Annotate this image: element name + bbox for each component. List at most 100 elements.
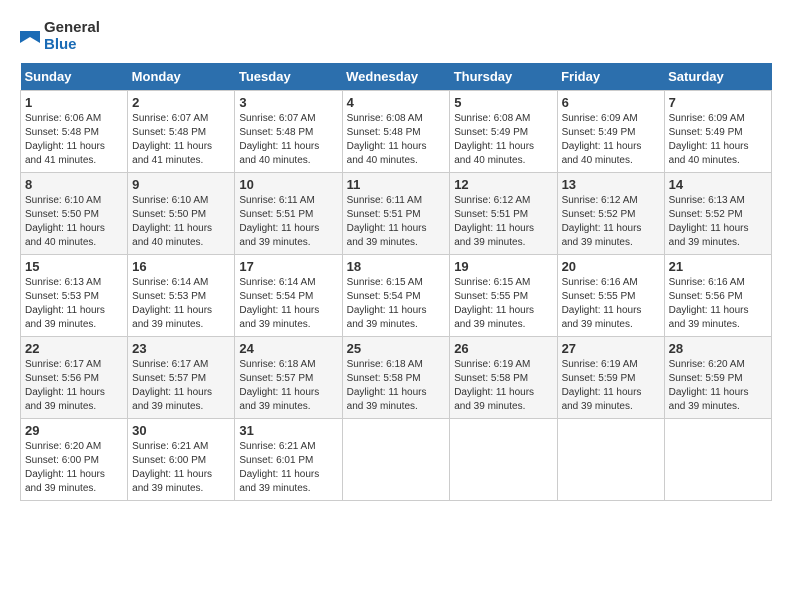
day-info: Sunrise: 6:20 AM Sunset: 5:59 PM Dayligh… — [669, 358, 767, 414]
calendar-cell: 21 Sunrise: 6:16 AM Sunset: 5:56 PM Dayl… — [664, 255, 771, 337]
calendar-cell: 19 Sunrise: 6:15 AM Sunset: 5:55 PM Dayl… — [450, 255, 557, 337]
calendar-cell: 28 Sunrise: 6:20 AM Sunset: 5:59 PM Dayl… — [664, 337, 771, 419]
calendar-week-row: 8 Sunrise: 6:10 AM Sunset: 5:50 PM Dayli… — [21, 173, 772, 255]
calendar-week-row: 29 Sunrise: 6:20 AM Sunset: 6:00 PM Dayl… — [21, 419, 772, 501]
day-info: Sunrise: 6:07 AM Sunset: 5:48 PM Dayligh… — [132, 112, 230, 168]
calendar-cell: 26 Sunrise: 6:19 AM Sunset: 5:58 PM Dayl… — [450, 337, 557, 419]
day-info: Sunrise: 6:07 AM Sunset: 5:48 PM Dayligh… — [239, 112, 337, 168]
day-info: Sunrise: 6:11 AM Sunset: 5:51 PM Dayligh… — [239, 194, 337, 250]
logo-text-general: General — [44, 20, 100, 37]
day-number: 10 — [239, 177, 337, 192]
logo-text: General Blue — [44, 20, 100, 53]
day-number: 19 — [454, 259, 552, 274]
calendar-cell — [664, 419, 771, 501]
calendar-week-row: 15 Sunrise: 6:13 AM Sunset: 5:53 PM Dayl… — [21, 255, 772, 337]
day-info: Sunrise: 6:17 AM Sunset: 5:56 PM Dayligh… — [25, 358, 123, 414]
calendar-cell: 15 Sunrise: 6:13 AM Sunset: 5:53 PM Dayl… — [21, 255, 128, 337]
calendar-cell: 1 Sunrise: 6:06 AM Sunset: 5:48 PM Dayli… — [21, 91, 128, 173]
day-info: Sunrise: 6:17 AM Sunset: 5:57 PM Dayligh… — [132, 358, 230, 414]
calendar-cell: 16 Sunrise: 6:14 AM Sunset: 5:53 PM Dayl… — [128, 255, 235, 337]
calendar-cell: 3 Sunrise: 6:07 AM Sunset: 5:48 PM Dayli… — [235, 91, 342, 173]
day-number: 6 — [562, 95, 660, 110]
logo-container: General Blue — [20, 20, 100, 53]
logo-bird-icon — [20, 21, 40, 53]
day-number: 20 — [562, 259, 660, 274]
day-info: Sunrise: 6:13 AM Sunset: 5:52 PM Dayligh… — [669, 194, 767, 250]
col-header-sunday: Sunday — [21, 63, 128, 91]
logo-text-blue: Blue — [44, 37, 100, 54]
day-number: 1 — [25, 95, 123, 110]
day-number: 18 — [347, 259, 446, 274]
day-number: 27 — [562, 341, 660, 356]
calendar-cell: 9 Sunrise: 6:10 AM Sunset: 5:50 PM Dayli… — [128, 173, 235, 255]
day-info: Sunrise: 6:08 AM Sunset: 5:48 PM Dayligh… — [347, 112, 446, 168]
calendar-cell: 29 Sunrise: 6:20 AM Sunset: 6:00 PM Dayl… — [21, 419, 128, 501]
day-number: 28 — [669, 341, 767, 356]
calendar-cell: 18 Sunrise: 6:15 AM Sunset: 5:54 PM Dayl… — [342, 255, 450, 337]
day-number: 30 — [132, 423, 230, 438]
col-header-tuesday: Tuesday — [235, 63, 342, 91]
calendar-cell: 24 Sunrise: 6:18 AM Sunset: 5:57 PM Dayl… — [235, 337, 342, 419]
day-number: 29 — [25, 423, 123, 438]
calendar-cell: 8 Sunrise: 6:10 AM Sunset: 5:50 PM Dayli… — [21, 173, 128, 255]
day-info: Sunrise: 6:18 AM Sunset: 5:58 PM Dayligh… — [347, 358, 446, 414]
calendar-cell: 23 Sunrise: 6:17 AM Sunset: 5:57 PM Dayl… — [128, 337, 235, 419]
calendar-cell: 30 Sunrise: 6:21 AM Sunset: 6:00 PM Dayl… — [128, 419, 235, 501]
calendar-cell: 12 Sunrise: 6:12 AM Sunset: 5:51 PM Dayl… — [450, 173, 557, 255]
col-header-wednesday: Wednesday — [342, 63, 450, 91]
calendar: SundayMondayTuesdayWednesdayThursdayFrid… — [20, 63, 772, 501]
day-number: 31 — [239, 423, 337, 438]
day-info: Sunrise: 6:16 AM Sunset: 5:56 PM Dayligh… — [669, 276, 767, 332]
day-info: Sunrise: 6:16 AM Sunset: 5:55 PM Dayligh… — [562, 276, 660, 332]
calendar-cell: 5 Sunrise: 6:08 AM Sunset: 5:49 PM Dayli… — [450, 91, 557, 173]
day-info: Sunrise: 6:21 AM Sunset: 6:00 PM Dayligh… — [132, 440, 230, 496]
day-info: Sunrise: 6:06 AM Sunset: 5:48 PM Dayligh… — [25, 112, 123, 168]
calendar-cell: 4 Sunrise: 6:08 AM Sunset: 5:48 PM Dayli… — [342, 91, 450, 173]
day-number: 26 — [454, 341, 552, 356]
calendar-cell: 31 Sunrise: 6:21 AM Sunset: 6:01 PM Dayl… — [235, 419, 342, 501]
day-number: 5 — [454, 95, 552, 110]
day-number: 15 — [25, 259, 123, 274]
calendar-cell — [450, 419, 557, 501]
calendar-cell: 11 Sunrise: 6:11 AM Sunset: 5:51 PM Dayl… — [342, 173, 450, 255]
day-number: 7 — [669, 95, 767, 110]
day-info: Sunrise: 6:14 AM Sunset: 5:53 PM Dayligh… — [132, 276, 230, 332]
day-number: 16 — [132, 259, 230, 274]
day-number: 25 — [347, 341, 446, 356]
day-info: Sunrise: 6:08 AM Sunset: 5:49 PM Dayligh… — [454, 112, 552, 168]
day-info: Sunrise: 6:15 AM Sunset: 5:55 PM Dayligh… — [454, 276, 552, 332]
col-header-monday: Monday — [128, 63, 235, 91]
day-info: Sunrise: 6:18 AM Sunset: 5:57 PM Dayligh… — [239, 358, 337, 414]
calendar-header-row: SundayMondayTuesdayWednesdayThursdayFrid… — [21, 63, 772, 91]
day-number: 13 — [562, 177, 660, 192]
day-info: Sunrise: 6:20 AM Sunset: 6:00 PM Dayligh… — [25, 440, 123, 496]
day-info: Sunrise: 6:19 AM Sunset: 5:59 PM Dayligh… — [562, 358, 660, 414]
day-number: 12 — [454, 177, 552, 192]
day-info: Sunrise: 6:10 AM Sunset: 5:50 PM Dayligh… — [132, 194, 230, 250]
day-number: 17 — [239, 259, 337, 274]
day-number: 9 — [132, 177, 230, 192]
day-number: 22 — [25, 341, 123, 356]
day-info: Sunrise: 6:09 AM Sunset: 5:49 PM Dayligh… — [669, 112, 767, 168]
day-number: 2 — [132, 95, 230, 110]
col-header-thursday: Thursday — [450, 63, 557, 91]
day-info: Sunrise: 6:14 AM Sunset: 5:54 PM Dayligh… — [239, 276, 337, 332]
day-info: Sunrise: 6:13 AM Sunset: 5:53 PM Dayligh… — [25, 276, 123, 332]
calendar-cell: 22 Sunrise: 6:17 AM Sunset: 5:56 PM Dayl… — [21, 337, 128, 419]
day-info: Sunrise: 6:11 AM Sunset: 5:51 PM Dayligh… — [347, 194, 446, 250]
day-info: Sunrise: 6:10 AM Sunset: 5:50 PM Dayligh… — [25, 194, 123, 250]
calendar-week-row: 22 Sunrise: 6:17 AM Sunset: 5:56 PM Dayl… — [21, 337, 772, 419]
day-number: 14 — [669, 177, 767, 192]
day-info: Sunrise: 6:15 AM Sunset: 5:54 PM Dayligh… — [347, 276, 446, 332]
calendar-cell: 2 Sunrise: 6:07 AM Sunset: 5:48 PM Dayli… — [128, 91, 235, 173]
calendar-cell: 10 Sunrise: 6:11 AM Sunset: 5:51 PM Dayl… — [235, 173, 342, 255]
day-info: Sunrise: 6:12 AM Sunset: 5:52 PM Dayligh… — [562, 194, 660, 250]
calendar-cell: 17 Sunrise: 6:14 AM Sunset: 5:54 PM Dayl… — [235, 255, 342, 337]
calendar-week-row: 1 Sunrise: 6:06 AM Sunset: 5:48 PM Dayli… — [21, 91, 772, 173]
logo: General Blue — [20, 20, 100, 53]
day-number: 21 — [669, 259, 767, 274]
day-number: 4 — [347, 95, 446, 110]
calendar-cell: 27 Sunrise: 6:19 AM Sunset: 5:59 PM Dayl… — [557, 337, 664, 419]
day-number: 23 — [132, 341, 230, 356]
col-header-friday: Friday — [557, 63, 664, 91]
